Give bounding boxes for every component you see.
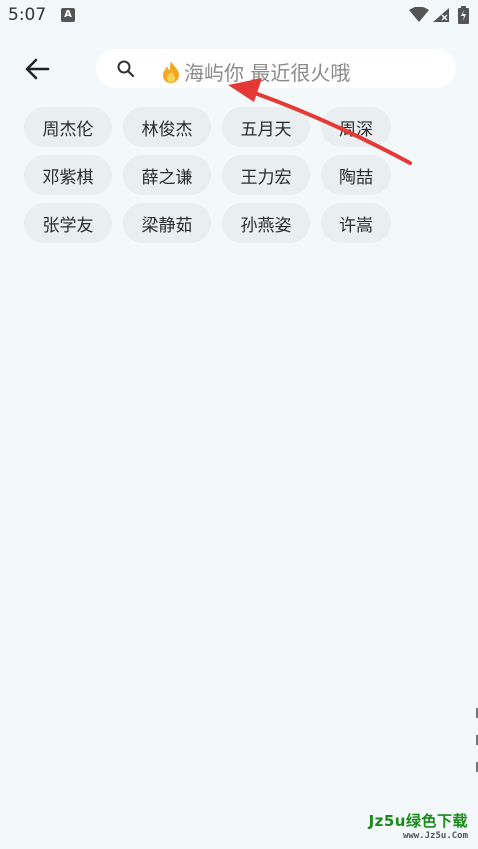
tag-item[interactable]: 陶喆 xyxy=(321,155,391,195)
wifi-icon xyxy=(409,7,429,22)
watermark-main: Jz5u绿色下载 xyxy=(368,812,468,830)
tag-item[interactable]: 王力宏 xyxy=(222,155,310,195)
signal-icon xyxy=(433,8,449,22)
search-icon xyxy=(117,60,135,78)
watermark: Jz5u绿色下载 www.Jz5u.Com xyxy=(369,810,468,841)
status-time: 5:07 xyxy=(8,5,47,25)
tag-item[interactable]: 张学友 xyxy=(24,203,112,243)
tag-item[interactable]: 五月天 xyxy=(222,107,310,147)
fire-icon xyxy=(163,60,179,83)
tag-item[interactable]: 林俊杰 xyxy=(123,107,211,147)
tag-item[interactable]: 薛之谦 xyxy=(123,155,211,195)
back-button[interactable] xyxy=(22,55,52,83)
tag-item[interactable]: 周深 xyxy=(321,107,391,147)
tag-item[interactable]: 孙燕姿 xyxy=(222,203,310,243)
tag-item[interactable]: 邓紫棋 xyxy=(24,155,112,195)
tag-item[interactable]: 许嵩 xyxy=(321,203,391,243)
search-placeholder-text: 海屿你 最近很火哦 xyxy=(184,61,351,85)
search-placeholder: 海屿你 最近很火哦 xyxy=(160,57,350,86)
search-input[interactable]: 海屿你 最近很火哦 xyxy=(96,49,456,88)
status-bar: 5:07 A xyxy=(0,0,478,34)
tag-item[interactable]: 周杰伦 xyxy=(24,107,112,147)
tag-item[interactable]: 梁静茹 xyxy=(123,203,211,243)
notification-icon: A xyxy=(61,8,75,22)
battery-icon xyxy=(458,6,469,24)
watermark-sub: www.Jz5u.Com xyxy=(402,831,468,841)
back-arrow-icon xyxy=(25,58,50,80)
